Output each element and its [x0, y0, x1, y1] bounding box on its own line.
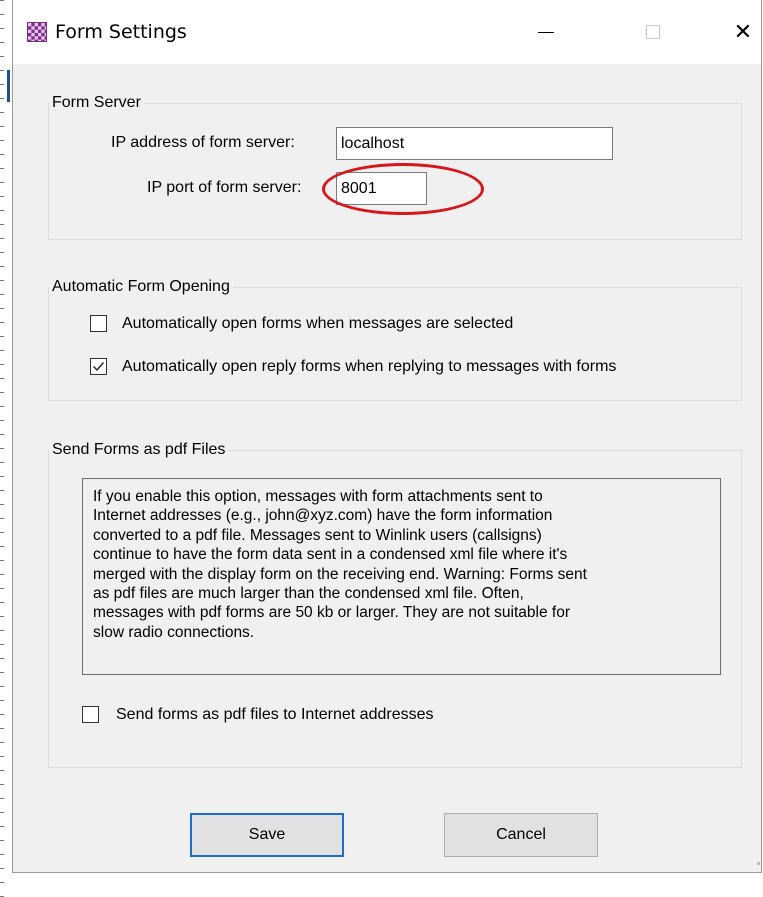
auto-open-reply-forms-label: Automatically open reply forms when repl…	[122, 358, 617, 375]
pdf-info-line: slow radio connections.	[93, 623, 255, 641]
close-icon: ✕	[733, 19, 753, 45]
auto-open-group-title: Automatic Form Opening	[49, 278, 233, 296]
auto-open-forms-checkbox[interactable]	[90, 315, 107, 332]
minimize-button[interactable]	[521, 14, 571, 50]
auto-open-reply-forms-checkbox[interactable]	[90, 358, 107, 375]
pdf-info-line: converted to a pdf file. Messages sent t…	[93, 526, 542, 544]
ip-address-field[interactable]: localhost	[336, 127, 613, 160]
pdf-info-line: If you enable this option, messages with…	[93, 488, 543, 505]
send-pdf-checkbox[interactable]	[82, 706, 99, 723]
maximize-button[interactable]	[628, 14, 678, 50]
pdf-info-line: Internet addresses (e.g., john@xyz.com) …	[93, 507, 553, 525]
form-server-group-title: Form Server	[49, 94, 144, 112]
ip-address-label: IP address of form server:	[111, 134, 295, 151]
form-settings-window: Form Settings ✕ Form Server IP address o…	[12, 0, 762, 873]
checkmark-icon	[93, 362, 105, 372]
pdf-group-title: Send Forms as pdf Files	[49, 441, 229, 459]
maximize-icon	[646, 25, 660, 39]
auto-open-forms-label: Automatically open forms when messages a…	[122, 315, 514, 332]
window-title: Form Settings	[55, 21, 187, 43]
checkered-app-icon	[27, 22, 47, 42]
background-edge	[0, 0, 4, 897]
save-button[interactable]: Save	[190, 813, 344, 857]
ip-port-field[interactable]: 8001	[336, 172, 427, 205]
title-bar[interactable]: Form Settings ✕	[13, 0, 761, 64]
close-button[interactable]: ✕	[718, 14, 763, 50]
resize-grip[interactable]	[757, 862, 760, 865]
auto-open-group: Automatic Form Opening	[48, 278, 742, 401]
ip-port-label: IP port of form server:	[147, 179, 302, 196]
pdf-info-line: merged with the display form on the rece…	[93, 565, 587, 583]
cancel-button[interactable]: Cancel	[444, 813, 598, 857]
send-pdf-label: Send forms as pdf files to Internet addr…	[116, 706, 434, 723]
pdf-info-line: as pdf files are much larger than the co…	[93, 585, 524, 603]
background-accent	[7, 70, 10, 102]
pdf-info-line: continue to have the form data sent in a…	[93, 546, 568, 564]
pdf-info-text: If you enable this option, messages with…	[82, 478, 721, 675]
pdf-info-line: messages with pdf forms are 50 kb or lar…	[93, 604, 571, 622]
minimize-icon	[538, 31, 554, 33]
